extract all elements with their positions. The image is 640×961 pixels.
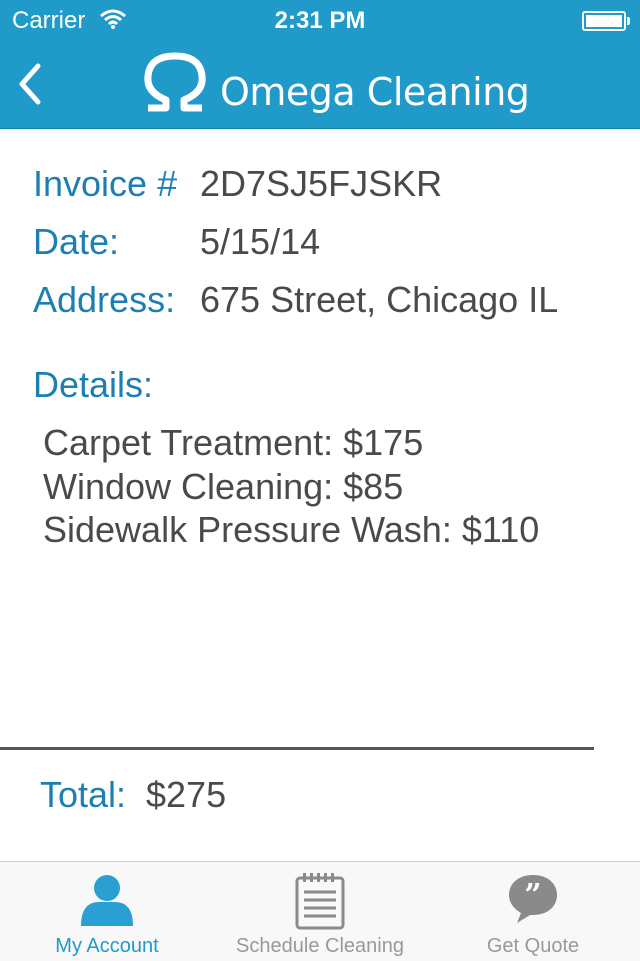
tab-label: Get Quote xyxy=(486,935,580,957)
address-label: Address: xyxy=(33,279,176,320)
tab-my-account[interactable]: My Account xyxy=(0,862,214,961)
tab-label: Schedule Cleaning xyxy=(236,935,404,957)
app-title: Omega Cleaning xyxy=(220,70,530,114)
details-label: Details: xyxy=(33,364,154,405)
back-button[interactable] xyxy=(12,60,52,110)
tab-label: My Account xyxy=(55,935,159,957)
address-value: 675 Street, Chicago IL xyxy=(200,279,559,320)
date-value: 5/15/14 xyxy=(200,221,321,262)
quote-bubble-icon: ” xyxy=(509,875,557,923)
total-value: $275 xyxy=(146,774,227,815)
total-divider xyxy=(0,747,594,750)
detail-line-item: Window Cleaning: $85 xyxy=(43,466,404,507)
total-label: Total: xyxy=(40,774,127,815)
tab-bar: My Account Schedule Cleaning ” Get Quote xyxy=(0,861,640,961)
invoice-number-value: 2D7SJ5FJSKR xyxy=(200,163,443,204)
detail-line-item: Carpet Treatment: $175 xyxy=(43,422,424,463)
navigation-header: Carrier 2:31 PM Omega Cleaning xyxy=(0,0,640,129)
invoice-number-label: Invoice # xyxy=(33,163,178,204)
tab-get-quote[interactable]: ” Get Quote xyxy=(426,862,640,961)
svg-text:”: ” xyxy=(524,878,541,913)
omega-logo-icon xyxy=(144,52,206,112)
clipboard-icon xyxy=(295,873,345,930)
status-bar: Carrier 2:31 PM xyxy=(0,0,640,40)
status-clock: 2:31 PM xyxy=(274,7,366,34)
chevron-left-icon xyxy=(19,63,41,105)
battery-icon xyxy=(582,11,630,31)
date-label: Date: xyxy=(33,221,120,262)
detail-line-item: Sidewalk Pressure Wash: $110 xyxy=(43,509,540,550)
tab-schedule-cleaning[interactable]: Schedule Cleaning xyxy=(214,862,426,961)
person-icon xyxy=(81,875,133,926)
